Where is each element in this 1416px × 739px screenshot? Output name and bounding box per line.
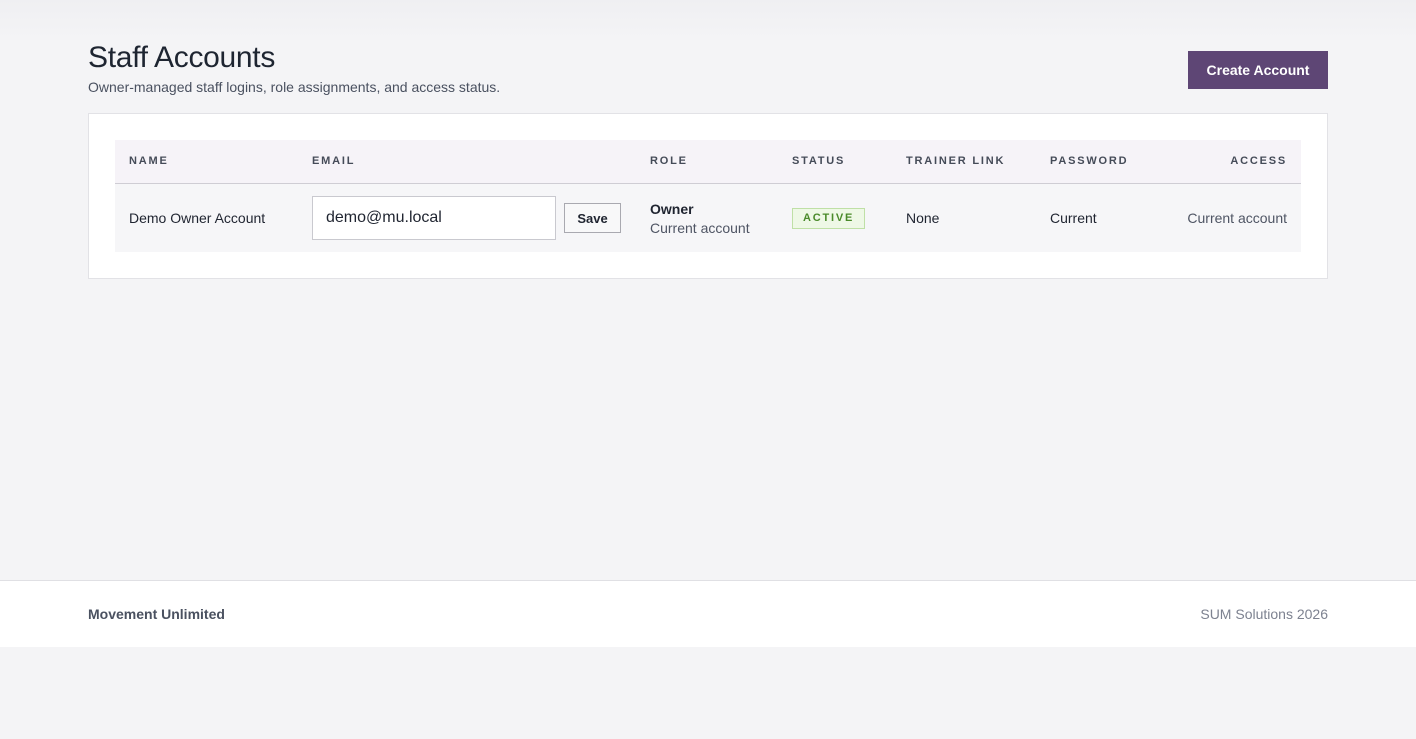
staff-name: Demo Owner Account: [129, 210, 266, 226]
page-title: Staff Accounts: [88, 41, 276, 74]
footer-copyright: SUM Solutions 2026: [1200, 606, 1328, 622]
role-cell: Owner Current account: [650, 200, 750, 238]
column-header-password: PASSWORD: [1050, 155, 1129, 167]
footer-brand: Movement Unlimited: [88, 606, 225, 622]
email-input[interactable]: [312, 196, 556, 240]
trainer-link-value: None: [906, 210, 940, 226]
role-note: Current account: [650, 220, 750, 236]
page-subtitle: Owner-managed staff logins, role assignm…: [88, 79, 501, 95]
column-header-name: NAME: [129, 155, 169, 167]
staff-accounts-card: NAME EMAIL ROLE STATUS TRAINER LINK PASS…: [88, 113, 1328, 279]
staff-accounts-page: Staff Accounts Owner-managed staff login…: [0, 0, 1416, 739]
page-footer: Movement Unlimited SUM Solutions 2026: [0, 580, 1416, 647]
table-row: Demo Owner Account Save Owner Current ac…: [115, 184, 1301, 252]
page-header: Staff Accounts Owner-managed staff login…: [88, 40, 1328, 100]
status-badge: ACTIVE: [792, 208, 866, 229]
save-email-button[interactable]: Save: [564, 203, 621, 233]
column-header-access: ACCESS: [1230, 155, 1287, 167]
column-header-status: STATUS: [792, 155, 846, 167]
column-header-trainer-link: TRAINER LINK: [906, 155, 1006, 167]
create-account-button[interactable]: Create Account: [1188, 51, 1328, 89]
column-header-role: ROLE: [650, 155, 688, 167]
role-name: Owner: [650, 201, 694, 217]
staff-accounts-table: NAME EMAIL ROLE STATUS TRAINER LINK PASS…: [115, 140, 1301, 252]
access-value: Current account: [1187, 210, 1287, 226]
column-header-email: EMAIL: [312, 155, 356, 167]
password-status: Current: [1050, 210, 1097, 226]
table-header: NAME EMAIL ROLE STATUS TRAINER LINK PASS…: [115, 140, 1301, 184]
